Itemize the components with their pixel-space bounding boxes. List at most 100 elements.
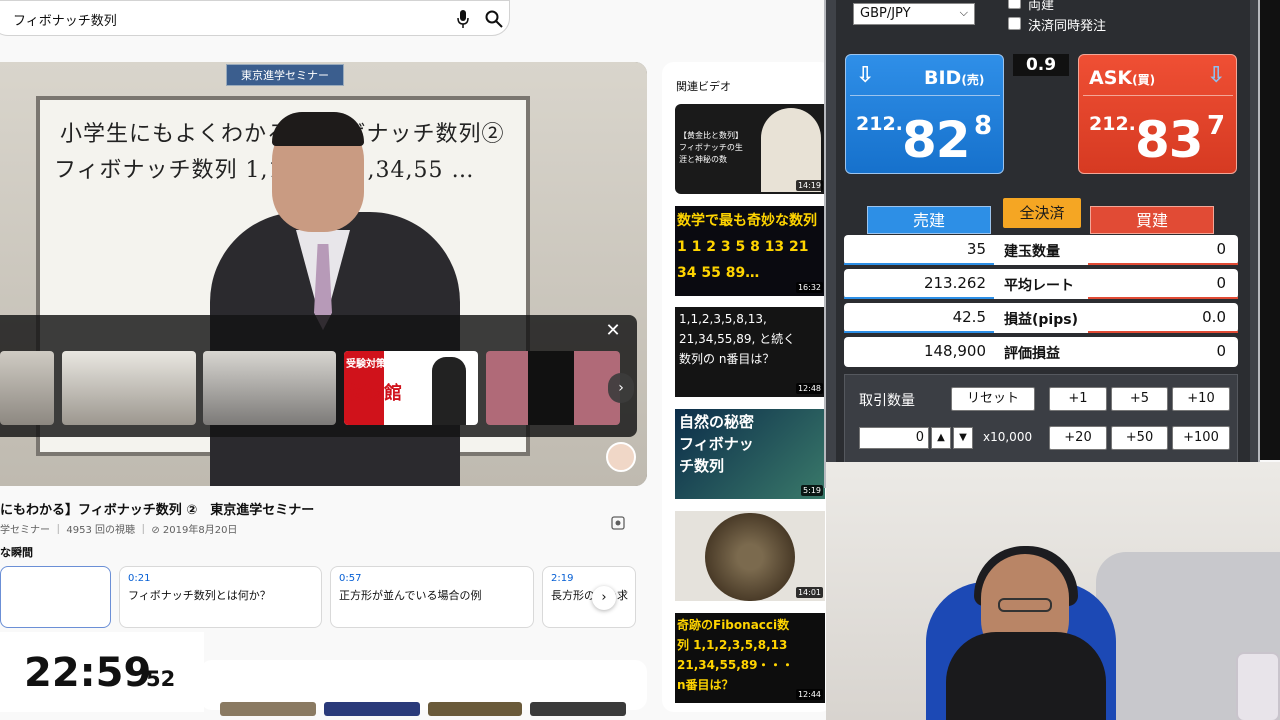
chapter-card[interactable]: 0:57 正方形が並んでいる場合の例 <box>330 566 534 628</box>
plus-10-button[interactable]: +10 <box>1172 387 1230 411</box>
cam-phone <box>1236 652 1280 720</box>
bottom-thumb[interactable] <box>530 702 626 716</box>
buy-tab[interactable]: 買建 <box>1090 206 1214 234</box>
plus-100-button[interactable]: +100 <box>1172 426 1230 450</box>
plus-1-button[interactable]: +1 <box>1049 387 1107 411</box>
chapter-desc: 正方形が並んでいる場合の例 <box>339 589 482 602</box>
plus-5-button[interactable]: +5 <box>1111 387 1168 411</box>
bottom-thumb[interactable] <box>220 702 316 716</box>
cam-glasses <box>998 598 1052 612</box>
search-bar[interactable]: フィボナッチ数列 <box>0 0 510 36</box>
endscreen-thumb[interactable] <box>62 351 196 425</box>
close-icon[interactable]: ✕ <box>603 321 623 341</box>
avatar[interactable] <box>606 442 636 472</box>
related-thumb[interactable]: 14:01 <box>675 511 825 601</box>
plus-50-button[interactable]: +50 <box>1111 426 1168 450</box>
simultaneous-order-checkbox[interactable] <box>1008 17 1021 30</box>
related-overlay-text: 自然の秘密 フィボナッチ数列 <box>679 413 755 475</box>
row-label: 損益(pips) <box>1004 312 1078 328</box>
bottom-thumb[interactable] <box>324 702 420 716</box>
related-overlay-text: 【黄金比と数列】フィボナッチの生涯と神秘の数 <box>679 131 743 164</box>
decrement-icon[interactable]: ▼ <box>953 427 973 449</box>
simultaneous-order-label: 決済同時発注 <box>1028 19 1107 34</box>
red-underline <box>1088 263 1238 265</box>
chapter-card[interactable] <box>0 566 111 628</box>
reset-button[interactable]: リセット <box>951 387 1035 411</box>
related-thumb[interactable]: 1,1,2,3,5,8,13, 21,34,55,89, と続く数列の n番目は… <box>675 307 825 397</box>
search-icon[interactable] <box>485 10 503 28</box>
currency-pair-select[interactable]: GBP/JPY ⌵ <box>853 3 975 25</box>
increment-icon[interactable]: ▲ <box>931 427 951 449</box>
cam-body <box>946 632 1106 720</box>
thumb-title: 桜修館 <box>348 383 402 404</box>
related-header: 関連ビデオ <box>676 80 731 93</box>
ask-price-big: 83 <box>1135 111 1204 169</box>
ask-sub: (買) <box>1132 73 1156 87</box>
chapter-card[interactable]: 0:21 フィボナッチ数列とは何か？ <box>119 566 322 628</box>
sell-value: 148,900 <box>923 342 986 360</box>
bid-price-int: 212. <box>856 113 903 135</box>
webcam-feed <box>826 462 1280 720</box>
search-input[interactable]: フィボナッチ数列 <box>13 10 117 29</box>
sell-tab[interactable]: 売建 <box>867 206 991 234</box>
chapter-desc: フィボナッチ数列とは何か？ <box>128 589 271 602</box>
currency-pair-value: GBP/JPY <box>860 6 911 21</box>
quantity-input[interactable]: 0 <box>859 427 929 449</box>
chapter-card[interactable]: 2:19 長方形の を求 <box>542 566 636 628</box>
chevron-right-icon[interactable]: › <box>592 586 616 610</box>
endscreen-thumb[interactable] <box>0 351 54 425</box>
close-all-button[interactable]: 全決済 <box>1003 198 1081 228</box>
duration-badge: 12:44 <box>795 689 823 700</box>
endscreen-thumb[interactable] <box>486 351 620 425</box>
save-icon[interactable] <box>611 516 625 530</box>
presenter-hair <box>272 112 364 146</box>
divider <box>850 95 1000 96</box>
chevron-down-icon: ⌵ <box>959 6 968 19</box>
bid-label: BID <box>924 67 962 89</box>
video-meta: 学セミナー ｜ 4953 回の視聴 ｜ ⊘ 2019年8月20日 <box>0 525 238 536</box>
blue-underline <box>844 331 994 333</box>
related-thumb[interactable]: 数学で最も奇妙な数列 1 1 2 3 5 8 13 21 34 55 89… 1… <box>675 206 825 296</box>
buy-value: 0 <box>1216 240 1226 258</box>
endscreen-thumb[interactable]: 受験対策 桜修館 <box>344 351 478 425</box>
endscreen-thumb[interactable] <box>203 351 336 425</box>
thumb-pinecone <box>705 513 795 601</box>
ask-label: ASK <box>1089 67 1133 89</box>
position-row: 148,900 評価損益 0 <box>844 337 1238 367</box>
row-label: 評価損益 <box>1004 346 1060 362</box>
blue-underline <box>844 297 994 299</box>
chevron-right-icon[interactable]: › <box>608 373 634 403</box>
duration-badge: 14:19 <box>795 180 823 191</box>
duration-badge: 14:01 <box>795 587 823 598</box>
chapter-time: 2:19 <box>551 573 574 584</box>
ask-button[interactable]: ASK(買) ⇩ 212. 83 7 <box>1078 54 1237 174</box>
whiteboard-line-2: フィボナッチ数列 1,1, 13,21,34,55 … <box>54 158 475 183</box>
bid-button[interactable]: ⇩ BID(売) 212. 82 8 <box>845 54 1004 174</box>
related-overlay-text: 奇跡のFibonacci数列 1,1,2,3,5,8,13 21,34,55,8… <box>677 618 794 692</box>
chapter-time: 0:21 <box>128 573 151 584</box>
related-thumb[interactable]: 【黄金比と数列】フィボナッチの生涯と神秘の数 14:19 <box>675 104 825 194</box>
red-underline <box>1088 331 1238 333</box>
related-thumb[interactable]: 奇跡のFibonacci数列 1,1,2,3,5,8,13 21,34,55,8… <box>675 613 825 703</box>
signboard: 東京進学セミナー <box>226 64 344 86</box>
bid-price-small: 8 <box>974 111 993 141</box>
blue-underline <box>844 263 994 265</box>
screen: フィボナッチ数列 小学生にもよくわかる フィボナッチ数列② フィボナッチ数列 1… <box>0 0 1280 720</box>
video-player[interactable]: 小学生にもよくわかる フィボナッチ数列② フィボナッチ数列 1,1, 13,21… <box>0 62 647 486</box>
bottom-thumb[interactable] <box>428 702 522 716</box>
endscreen-strip: ✕ 受験対策 桜修館 › <box>0 315 637 437</box>
related-thumb[interactable]: 自然の秘密 フィボナッチ数列 5:19 <box>675 409 825 499</box>
hedge-checkbox[interactable] <box>1008 0 1021 9</box>
row-label: 平均レート <box>1004 278 1074 294</box>
video-title: にもわかる】フィボナッチ数列 ② 東京進学セミナー <box>0 503 315 518</box>
sell-value: 42.5 <box>952 308 986 326</box>
clock-seconds: 52 <box>146 667 176 691</box>
side-bar <box>1260 0 1280 460</box>
microphone-icon[interactable] <box>457 10 469 28</box>
related-overlay-text: 1,1,2,3,5,8,13, 21,34,55,89, と続く数列の n番目は… <box>679 312 796 366</box>
plus-20-button[interactable]: +20 <box>1049 426 1107 450</box>
duration-badge: 12:48 <box>795 383 823 394</box>
moments-heading: な瞬間 <box>0 546 33 559</box>
bid-sub: (売) <box>961 73 985 87</box>
clock-hours-minutes: 22:59 <box>24 650 152 696</box>
